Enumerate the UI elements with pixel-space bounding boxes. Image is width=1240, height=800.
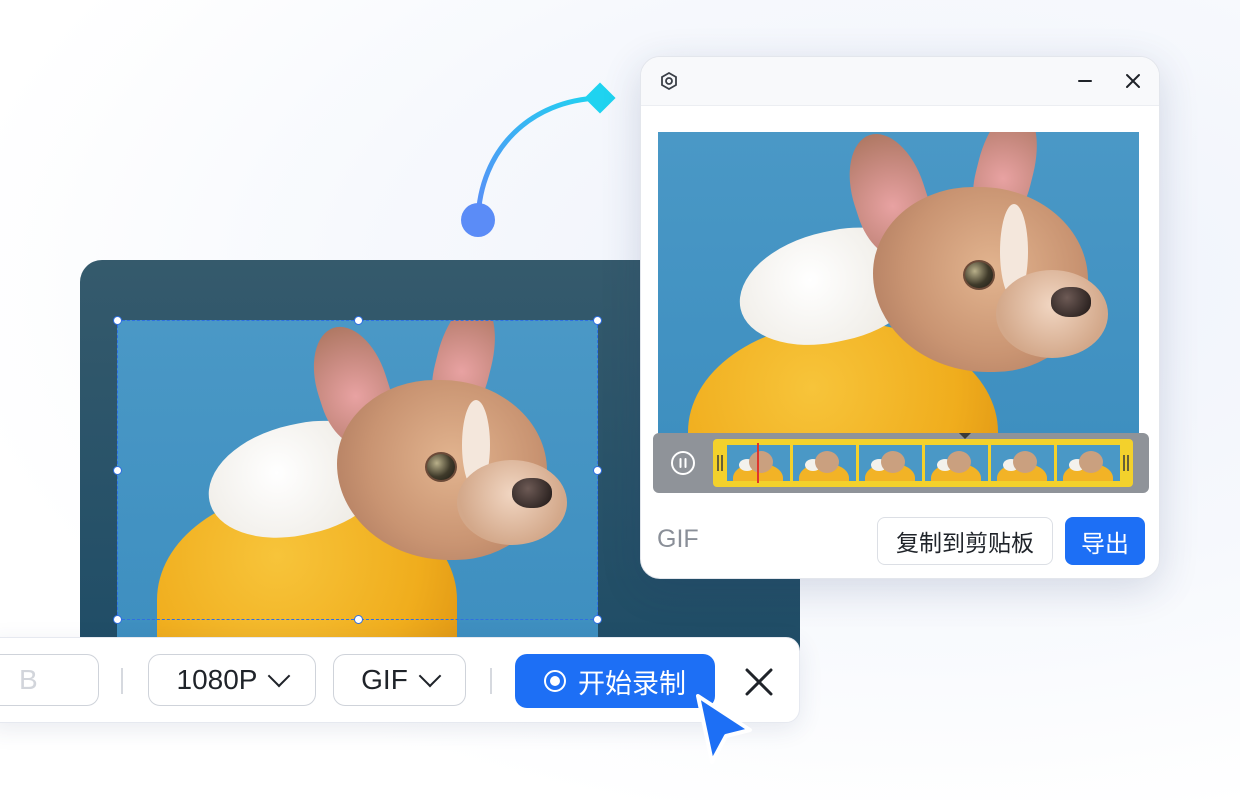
timeline-frame <box>1057 445 1120 481</box>
connector-curve <box>461 82 616 237</box>
minimize-icon[interactable] <box>1075 71 1095 91</box>
resize-handle-top[interactable] <box>354 316 363 325</box>
start-recording-label: 开始录制 <box>578 668 686 699</box>
resize-handle-right[interactable] <box>593 466 602 475</box>
toolbar-separator <box>121 668 123 694</box>
timeline-frame <box>793 445 856 481</box>
chevron-down-icon <box>418 664 442 688</box>
selection-box[interactable] <box>113 316 602 624</box>
timeline-frame <box>859 445 922 481</box>
partial-select[interactable]: B <box>0 654 99 706</box>
resize-handle-top-right[interactable] <box>593 316 602 325</box>
export-popup-window: GIF 复制到剪贴板 导出 <box>640 56 1160 579</box>
trim-handle-right[interactable] <box>1121 453 1131 473</box>
output-format-label: GIF <box>657 525 699 553</box>
resize-handle-top-left[interactable] <box>113 316 122 325</box>
trim-handle-left[interactable] <box>715 453 725 473</box>
resolution-select[interactable]: 1080P <box>148 654 316 706</box>
trim-strip[interactable] <box>713 433 1133 487</box>
timeline-frame <box>991 445 1054 481</box>
popup-titlebar <box>641 57 1159 106</box>
settings-icon[interactable] <box>659 71 679 91</box>
format-select[interactable]: GIF <box>333 654 466 706</box>
copy-to-clipboard-button[interactable]: 复制到剪贴板 <box>877 517 1053 565</box>
pause-icon[interactable] <box>670 450 696 476</box>
playhead[interactable] <box>757 443 759 483</box>
cursor-icon <box>696 694 752 764</box>
playhead-marker <box>959 433 971 439</box>
resize-handle-left[interactable] <box>113 466 122 475</box>
timeline-frame <box>925 445 988 481</box>
resize-handle-bottom-left[interactable] <box>113 615 122 624</box>
export-button[interactable]: 导出 <box>1065 517 1145 565</box>
resize-handle-bottom-right[interactable] <box>593 615 602 624</box>
chevron-down-icon <box>268 664 291 688</box>
partial-select-label: B <box>19 664 38 695</box>
timeline-bar <box>653 433 1149 493</box>
format-label: GIF <box>361 664 408 695</box>
recording-toolbar: B 1080P GIF 开始录制 <box>0 637 800 723</box>
close-icon[interactable] <box>1123 71 1143 91</box>
resize-handle-bottom[interactable] <box>354 615 363 624</box>
start-recording-button[interactable]: 开始录制 <box>515 654 715 708</box>
record-icon <box>544 670 566 692</box>
resolution-label: 1080P <box>176 664 258 695</box>
gif-preview <box>658 132 1139 438</box>
toolbar-separator <box>490 668 492 694</box>
